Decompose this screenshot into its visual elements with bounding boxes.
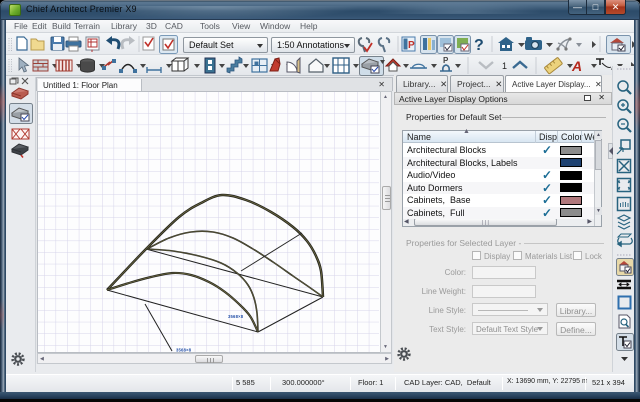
svg-text:1: 1 — [502, 61, 507, 71]
svg-text:A: A — [571, 58, 582, 74]
svg-text:3568×8: 3568×8 — [228, 314, 244, 319]
svg-text:3568×8: 3568×8 — [176, 348, 192, 353]
svg-text:P: P — [443, 56, 449, 65]
svg-text:?: ? — [474, 37, 484, 54]
svg-text:P: P — [408, 40, 415, 51]
